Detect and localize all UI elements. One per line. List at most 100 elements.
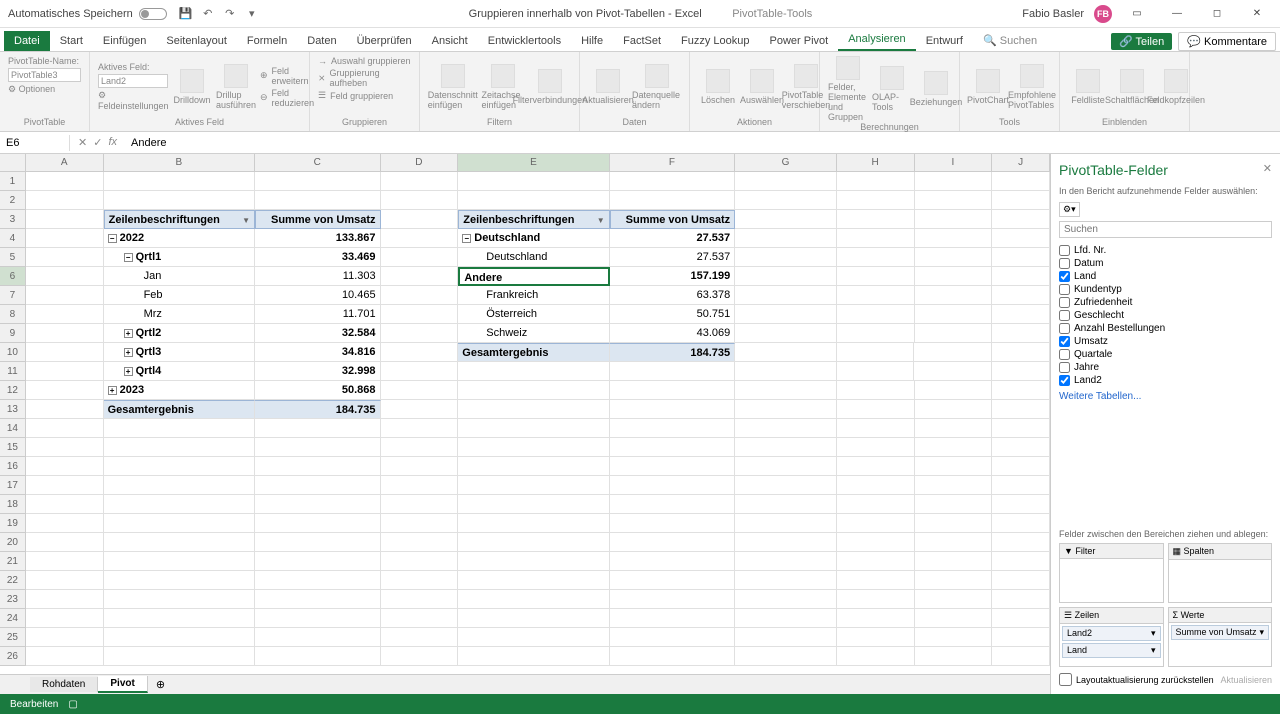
field-item[interactable]: Land <box>1059 270 1272 283</box>
field-item[interactable]: Zufriedenheit <box>1059 296 1272 309</box>
refresh-button[interactable]: Aktualisieren <box>588 69 628 105</box>
field-checkbox[interactable] <box>1059 284 1070 295</box>
ribbon-options-icon[interactable]: ▭ <box>1122 4 1152 24</box>
save-icon[interactable]: 💾 <box>179 7 193 21</box>
pivot2-rowlabel-header[interactable]: Zeilenbeschriftungen ▼ <box>458 210 609 229</box>
headers-toggle[interactable]: Feldkopfzeilen <box>1156 69 1196 105</box>
area-item[interactable]: Land2▾ <box>1062 626 1161 641</box>
field-item[interactable]: Anzahl Bestellungen <box>1059 322 1272 335</box>
field-item[interactable]: Lfd. Nr. <box>1059 244 1272 257</box>
tab-analysieren[interactable]: Analysieren <box>838 29 915 51</box>
field-item[interactable]: Datum <box>1059 257 1272 270</box>
fields-button[interactable]: Felder, Elemente und Gruppen <box>828 56 868 122</box>
tab-ansicht[interactable]: Ansicht <box>422 31 478 51</box>
undo-icon[interactable]: ↶ <box>201 7 215 21</box>
field-checkbox[interactable] <box>1059 349 1070 360</box>
tab-fuzzy[interactable]: Fuzzy Lookup <box>671 31 759 51</box>
tab-entwurf[interactable]: Entwurf <box>916 31 973 51</box>
filter-dropdown-icon[interactable]: ▼ <box>597 211 605 229</box>
ungroup-button[interactable]: ⨯ Gruppierung aufheben <box>318 68 411 88</box>
fx-icon[interactable]: fx <box>108 136 117 149</box>
defer-layout-checkbox[interactable] <box>1059 673 1072 686</box>
pane-settings-icon[interactable]: ⚙▾ <box>1059 202 1080 217</box>
olap-button[interactable]: OLAP-Tools <box>872 66 912 112</box>
col-header-F[interactable]: F <box>610 154 736 172</box>
clear-button[interactable]: Löschen <box>698 69 738 105</box>
minimize-icon[interactable]: — <box>1162 4 1192 24</box>
field-checkbox[interactable] <box>1059 310 1070 321</box>
expand-field-button[interactable]: ⊕ Feld erweitern <box>260 66 314 86</box>
col-header-E[interactable]: E <box>458 154 609 172</box>
tab-hilfe[interactable]: Hilfe <box>571 31 613 51</box>
collapse-icon[interactable]: − <box>462 234 471 243</box>
field-checkbox[interactable] <box>1059 245 1070 256</box>
area-item[interactable]: Summe von Umsatz▾ <box>1171 625 1270 640</box>
close-icon[interactable]: ✕ <box>1242 4 1272 24</box>
close-pane-icon[interactable]: ✕ <box>1263 162 1272 178</box>
columns-area[interactable]: ▦ Spalten <box>1168 543 1273 603</box>
pivot1-rowlabel-header[interactable]: Zeilenbeschriftungen ▼ <box>104 210 255 229</box>
formula-input[interactable] <box>125 135 1280 151</box>
col-header-I[interactable]: I <box>915 154 993 172</box>
user-avatar[interactable]: FB <box>1094 5 1112 23</box>
selected-cell[interactable]: Andere <box>458 267 609 286</box>
col-header-H[interactable]: H <box>837 154 915 172</box>
new-sheet-button[interactable]: ⊕ <box>148 678 173 691</box>
drilldown-button[interactable]: Drilldown <box>172 69 212 105</box>
options-button[interactable]: ⚙ Optionen <box>8 84 81 95</box>
pivotchart-button[interactable]: PivotChart <box>968 69 1008 105</box>
field-checkbox[interactable] <box>1059 323 1070 334</box>
tab-entwickler[interactable]: Entwicklertools <box>478 31 571 51</box>
tab-start[interactable]: Start <box>50 31 93 51</box>
active-field-input[interactable]: Land2 <box>98 74 168 88</box>
col-header-J[interactable]: J <box>992 154 1050 172</box>
field-checkbox[interactable] <box>1059 297 1070 308</box>
field-item[interactable]: Umsatz <box>1059 335 1272 348</box>
datasource-button[interactable]: Datenquelle ändern <box>632 64 681 110</box>
relations-button[interactable]: Beziehungen <box>916 71 956 107</box>
collapse-icon[interactable]: − <box>108 234 117 243</box>
field-checkbox[interactable] <box>1059 336 1070 347</box>
sheet-tab-rohdaten[interactable]: Rohdaten <box>30 677 98 692</box>
field-checkbox[interactable] <box>1059 375 1070 386</box>
field-item[interactable]: Jahre <box>1059 361 1272 374</box>
field-item[interactable]: Quartale <box>1059 348 1272 361</box>
tab-einfuegen[interactable]: Einfügen <box>93 31 156 51</box>
collapse-icon[interactable]: − <box>124 253 133 262</box>
group-field-button[interactable]: ☰ Feld gruppieren <box>318 90 411 101</box>
field-settings-button[interactable]: ⚙ Feldeinstellungen <box>98 90 168 111</box>
tab-factset[interactable]: FactSet <box>613 31 671 51</box>
filter-dropdown-icon[interactable]: ▼ <box>242 211 250 229</box>
col-header-B[interactable]: B <box>104 154 255 172</box>
group-selection-button[interactable]: → Auswahl gruppieren <box>318 56 411 66</box>
name-box[interactable]: E6 <box>0 135 70 151</box>
tab-daten[interactable]: Daten <box>297 31 346 51</box>
spreadsheet-grid[interactable]: 1 2 3 Zeilenbeschriftungen ▼ Summe von U… <box>0 172 1050 674</box>
filter-area[interactable]: ▼ Filter <box>1059 543 1164 603</box>
recommended-button[interactable]: Empfohlene PivotTables <box>1012 64 1052 110</box>
field-search-input[interactable] <box>1059 221 1272 238</box>
drillup-button[interactable]: Drillup ausführen <box>216 64 256 110</box>
qat-more-icon[interactable]: ▾ <box>245 7 259 21</box>
rows-area[interactable]: ☰ Zeilen Land2▾ Land▾ <box>1059 607 1164 667</box>
expand-icon[interactable]: + <box>108 386 117 395</box>
autosave-toggle[interactable] <box>139 8 167 20</box>
tab-powerpivot[interactable]: Power Pivot <box>760 31 839 51</box>
col-header-G[interactable]: G <box>735 154 837 172</box>
select-all-corner[interactable] <box>0 154 26 172</box>
slicer-button[interactable]: Datenschnitt einfügen <box>428 64 477 110</box>
field-checkbox[interactable] <box>1059 271 1070 282</box>
field-checkbox[interactable] <box>1059 258 1070 269</box>
field-item[interactable]: Geschlecht <box>1059 309 1272 322</box>
share-button[interactable]: 🔗 Teilen <box>1111 33 1172 50</box>
update-button[interactable]: Aktualisieren <box>1220 675 1272 685</box>
expand-icon[interactable]: + <box>124 348 133 357</box>
sheet-tab-pivot[interactable]: Pivot <box>98 676 147 693</box>
collapse-field-button[interactable]: ⊖ Feld reduzieren <box>260 88 314 108</box>
maximize-icon[interactable]: ◻ <box>1202 4 1232 24</box>
filter-conn-button[interactable]: Filterverbindungen <box>529 69 571 105</box>
tab-seitenlayout[interactable]: Seitenlayout <box>156 31 237 51</box>
select-button[interactable]: Auswählen <box>742 69 782 105</box>
tab-formeln[interactable]: Formeln <box>237 31 297 51</box>
redo-icon[interactable]: ↷ <box>223 7 237 21</box>
